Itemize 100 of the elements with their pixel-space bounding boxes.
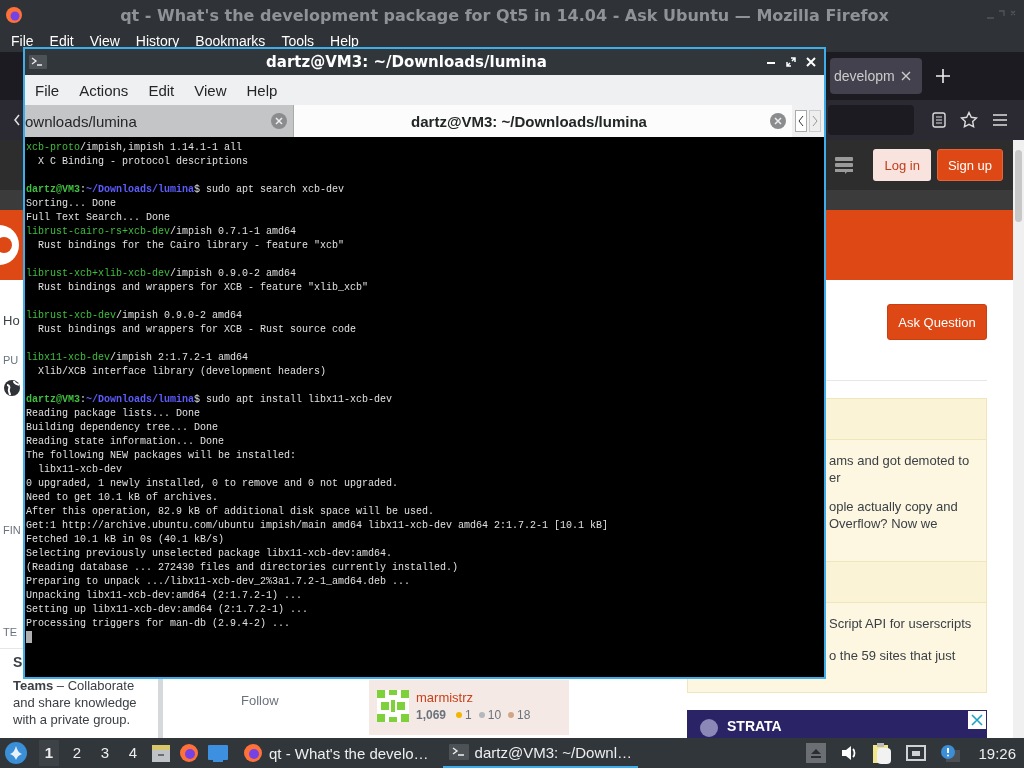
notification-icon[interactable] bbox=[940, 744, 961, 762]
menu-item[interactable]: View bbox=[184, 81, 237, 99]
header-button[interactable]: Sign up bbox=[936, 149, 1003, 181]
badge-count: 1 bbox=[465, 708, 472, 722]
terminal-line: Selecting previously unselected package libx11-xcb-dev:amd64. bbox=[26, 547, 393, 561]
globe-icon[interactable] bbox=[4, 380, 20, 396]
teams-heading: S bbox=[13, 653, 24, 671]
terminal-line: librust-xcb-dev/impish 0.9.0-2 amd64 bbox=[26, 309, 243, 323]
workspace-button[interactable]: 3 bbox=[95, 740, 115, 766]
terminal-line: dartz@VM3:~/Downloads/lumina$ sudo apt search xcb-dev bbox=[26, 183, 345, 197]
chat-stack-icon[interactable] bbox=[835, 156, 854, 174]
window-title: qt - What's the development package for Qt5 in 14.04 - Ask Ubuntu — Mozilla Firefox bbox=[119, 5, 890, 25]
terminal-line: librust-cairo-rs+xcb-dev/impish 0.7.1-1 amd64 bbox=[26, 225, 297, 239]
back-icon[interactable] bbox=[14, 114, 20, 126]
terminal-line: Reading state information... Done bbox=[26, 435, 225, 449]
sidebar-link[interactable]: Script API for userscripts bbox=[829, 615, 986, 632]
menu-item[interactable]: Help bbox=[236, 81, 288, 99]
workspace-button[interactable]: 1 bbox=[39, 740, 59, 766]
scrollbar[interactable] bbox=[1013, 140, 1024, 738]
menu-item[interactable]: Edit bbox=[41, 33, 82, 49]
terminal-line: Processing triggers for man-db (2.9.4-2) ... bbox=[26, 617, 291, 631]
terminal-line: Rust bindings and wrappers for XCB - feature "xlib_xcb" bbox=[37, 281, 369, 295]
text-cursor bbox=[26, 631, 32, 644]
start-menu-icon[interactable] bbox=[5, 742, 27, 764]
menu-item[interactable]: Help bbox=[322, 33, 367, 49]
menu-icon[interactable] bbox=[992, 113, 1008, 127]
scrollbar-thumb[interactable] bbox=[1015, 150, 1022, 222]
terminal-line: 0 upgraded, 1 newly installed, 0 to remove and 0 not upgraded. bbox=[26, 477, 399, 491]
reader-view-icon[interactable] bbox=[932, 112, 946, 128]
eject-icon[interactable] bbox=[806, 743, 827, 763]
user-name-link[interactable]: marmistrz bbox=[416, 690, 531, 706]
workspace-button[interactable]: 4 bbox=[123, 740, 143, 766]
new-tab-icon[interactable] bbox=[936, 69, 950, 83]
sidebar-link[interactable]: ople actually copy and bbox=[829, 498, 986, 515]
terminal-line: X C Binding - protocol descriptions bbox=[37, 155, 249, 169]
terminal-tab[interactable]: ownloads/lumina bbox=[25, 105, 293, 137]
menu-item[interactable]: Actions bbox=[69, 81, 139, 99]
sidebar-link[interactable]: Overflow? Now we bbox=[829, 515, 986, 532]
taskbar-task[interactable]: dartz@VM3: ~/Downl… bbox=[442, 738, 638, 768]
sidebar-link[interactable]: ams and got demoted to bbox=[829, 452, 986, 469]
menu-item[interactable]: Bookmarks bbox=[187, 33, 274, 49]
terminal-line: xcb-proto/impish,impish 1.14.1-1 all bbox=[26, 141, 243, 155]
terminal-line: libx11-xcb-dev/impish 2:1.7.2-1 amd64 bbox=[26, 351, 249, 365]
menu-item[interactable]: View bbox=[81, 33, 128, 49]
firefox-icon bbox=[243, 743, 263, 763]
terminal-line: (Reading database ... 272430 files and directories currently installed.) bbox=[26, 561, 459, 575]
terminal-icon bbox=[29, 55, 47, 69]
terminal-line: Setting up libx11-xcb-dev:amd64 (2:1.7.2-1) ... bbox=[26, 603, 309, 617]
clipboard-icon[interactable] bbox=[872, 742, 893, 764]
terminal-line: Sorting... Done bbox=[26, 197, 116, 211]
star-icon[interactable] bbox=[960, 111, 978, 129]
nav-link[interactable]: Ho bbox=[3, 313, 20, 329]
teams-text: Teams – Collaborate and share knowledge with a private group. bbox=[13, 677, 138, 728]
terminal-line: Building dependency tree... Done bbox=[26, 421, 219, 435]
terminal-tab[interactable]: dartz@VM3: ~/Downloads/lumina bbox=[293, 105, 792, 137]
nav-heading: PU bbox=[3, 353, 19, 368]
sidebar-link[interactable]: o the 59 sites that just bbox=[829, 647, 986, 664]
terminal-line: Rust bindings and wrappers for XCB - Rust source code bbox=[37, 323, 357, 337]
menu-item[interactable]: Tools bbox=[273, 33, 323, 49]
terminal-line: Unpacking libx11-xcb-dev:amd64 (2:1.7.2-1) ... bbox=[26, 589, 303, 603]
window-title: dartz@VM3: ~/Downloads/lumina bbox=[265, 53, 548, 71]
nav-heading: TE bbox=[3, 625, 18, 640]
ad-brand: STRATA bbox=[727, 718, 782, 734]
window-icon[interactable] bbox=[207, 744, 229, 762]
terminal-line: Need to get 10.1 kB of archives. bbox=[26, 491, 219, 505]
menu-item[interactable]: Edit bbox=[138, 81, 185, 99]
logo-icon[interactable] bbox=[0, 222, 20, 268]
workspace-button[interactable]: 2 bbox=[67, 740, 87, 766]
header-button[interactable]: Log in bbox=[873, 149, 931, 181]
close-tab-icon[interactable] bbox=[271, 113, 287, 129]
menu-item[interactable]: File bbox=[25, 81, 70, 99]
terminal-line: Preparing to unpack .../libx11-xcb-dev_2%3a1.7.2-1_amd64.deb ... bbox=[26, 575, 411, 589]
terminal-line: libx11-xcb-dev bbox=[37, 463, 122, 477]
reputation: 1,069 bbox=[416, 708, 447, 722]
sphere-icon bbox=[699, 718, 719, 738]
sidebar-link[interactable]: er bbox=[829, 469, 986, 486]
firefox-icon[interactable] bbox=[179, 743, 199, 763]
network-icon[interactable] bbox=[906, 745, 927, 761]
menu-item[interactable]: History bbox=[127, 33, 188, 49]
close-tab-icon[interactable] bbox=[770, 113, 786, 129]
firefox-icon bbox=[5, 6, 23, 24]
terminal-line: dartz@VM3:~/Downloads/lumina$ sudo apt install libx11-xcb-dev bbox=[26, 393, 393, 407]
terminal-icon bbox=[448, 744, 469, 760]
terminal-line: Reading package lists... Done bbox=[26, 407, 201, 421]
restore-icon[interactable] bbox=[786, 57, 796, 67]
follow-link[interactable]: Follow bbox=[163, 693, 369, 708]
ask-question-button[interactable]: Ask Question bbox=[887, 304, 987, 341]
clock: 19:26 bbox=[978, 744, 1016, 762]
scroll-left-icon[interactable] bbox=[795, 110, 807, 132]
terminal-line: The following NEW packages will be installed: bbox=[26, 449, 297, 463]
terminal-line: Get:1 http://archive.ubuntu.com/ubuntu impish/main amd64 libx11-xcb-dev amd64 2:1.7.2-1 [10.1 kB] bbox=[26, 519, 609, 533]
file-cabinet-icon[interactable] bbox=[151, 743, 171, 763]
nav-heading: FIN bbox=[3, 523, 21, 538]
terminal-line: Rust bindings for the Cairo library - feature "xcb" bbox=[37, 239, 345, 253]
close-icon[interactable] bbox=[900, 71, 911, 81]
browser-tab[interactable]: developm bbox=[830, 58, 922, 94]
taskbar-task[interactable]: qt - What's the develo… bbox=[237, 738, 435, 768]
menu-item[interactable]: File bbox=[3, 33, 42, 49]
terminal-line: Fetched 10.1 kB in 0s (40.1 kB/s) bbox=[26, 533, 225, 547]
badge-count: 18 bbox=[517, 708, 531, 722]
